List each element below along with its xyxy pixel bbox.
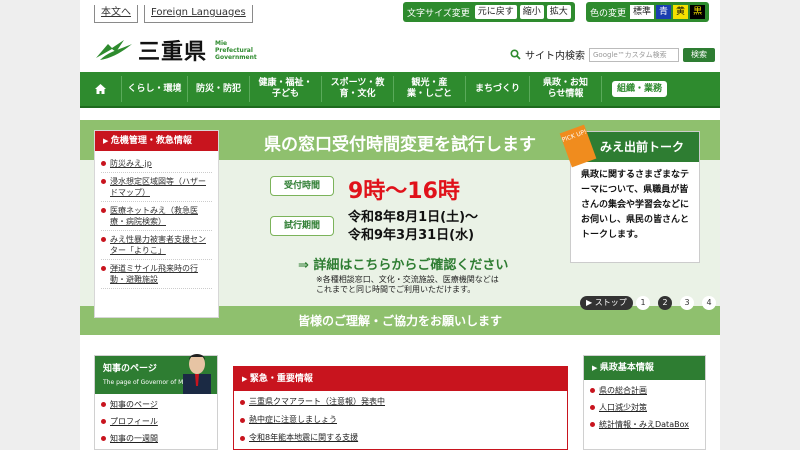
- nav-item-kankou[interactable]: 観光・産業・しごと: [394, 76, 466, 102]
- emergency-info-box: 危機管理・救急情報 防災みえ.jp 浸水想定区域図等（ハザードマップ） 医療ネッ…: [94, 130, 219, 318]
- basic-link-population[interactable]: 人口減少対策: [590, 399, 699, 416]
- logo-text: 三重県: [138, 39, 208, 65]
- hero-bottom-text: 皆様のご理解・ご協力をお願いします: [297, 314, 502, 328]
- logo-en-line-1: Mie: [215, 39, 228, 47]
- color-standard-button[interactable]: 標準: [630, 5, 655, 19]
- urgent-link-heatstroke[interactable]: 熱中症に注意しましょう: [240, 411, 561, 429]
- hero-period-start: 令和8年8月1日(土)～: [348, 210, 479, 225]
- utility-bar: 本文へ Foreign Languages 文字サイズ変更 元に戻す 縮小 拡大…: [80, 0, 720, 26]
- page: 本文へ Foreign Languages 文字サイズ変更 元に戻す 縮小 拡大…: [80, 0, 720, 450]
- slide-4-button[interactable]: 4: [702, 296, 716, 310]
- nav-item-machizukuri[interactable]: まちづくり: [466, 76, 530, 102]
- urgent-info-box: 緊急・重要情報 三重県クマアラート（注意報）発表中 熱中症に注意しましょう 令和…: [233, 366, 568, 450]
- pickup-text: 県政に関するさまざまなテーマについて、県職員が皆さんの集会や学習会などにお伺いし…: [581, 170, 690, 240]
- hero-hours-label: 受付時間: [270, 176, 334, 196]
- search-label: サイト内検索: [525, 51, 585, 62]
- search-button[interactable]: 検索: [683, 47, 715, 62]
- emergency-link-yoriko[interactable]: みえ性暴力被害者支援センター「よりこ」: [101, 231, 212, 260]
- governor-link-page[interactable]: 知事のページ: [101, 396, 211, 413]
- search-icon: [510, 49, 521, 60]
- utility-links: 本文へ Foreign Languages: [94, 5, 253, 23]
- logo-en-line-2: Prefectural: [215, 46, 253, 54]
- slide-2-button[interactable]: 2: [658, 296, 672, 310]
- nav-item-soshiki[interactable]: 組織・業務: [612, 81, 668, 97]
- font-smaller-button[interactable]: 縮小: [519, 5, 544, 19]
- mie-logo-mark-icon: [96, 40, 132, 60]
- emergency-links: 防災みえ.jp 浸水想定区域図等（ハザードマップ） 医療ネットみえ（救急医療・病…: [95, 151, 218, 293]
- color-change-control: 色の変更 標準 青 黄 黒: [586, 2, 710, 22]
- basic-link-plan[interactable]: 県の総合計画: [590, 382, 699, 399]
- hero-hours: 9時～16時: [348, 179, 460, 204]
- nav-item-sports[interactable]: スポーツ・教育・文化: [322, 76, 394, 102]
- font-size-label: 文字サイズ変更: [407, 8, 470, 19]
- slide-3-button[interactable]: 3: [680, 296, 694, 310]
- color-change-label: 色の変更: [590, 8, 627, 19]
- stop-label: ストップ: [594, 298, 627, 307]
- emergency-link-hazard[interactable]: 浸水想定区域図等（ハザードマップ）: [101, 173, 212, 202]
- governor-box: 知事のページ The page of Governor of Mie 知事のペー…: [94, 354, 218, 450]
- urgent-link-bear[interactable]: 三重県クマアラート（注意報）発表中: [240, 393, 561, 411]
- nav-item-kensei[interactable]: 県政・お知らせ情報: [530, 76, 602, 102]
- governor-link-profile[interactable]: プロフィール: [101, 413, 211, 430]
- basic-info-box: 県政基本情報 県の総合計画 人口減少対策 統計情報・みえDataBox: [583, 355, 706, 450]
- slide-1-button[interactable]: 1: [636, 296, 650, 310]
- hero-period: 令和8年8月1日(土)～ 令和9年3月31日(水): [348, 209, 478, 245]
- hero-title: 県の窓口受付時間変更を試行します: [264, 135, 536, 155]
- urgent-links: 三重県クマアラート（注意報）発表中 熱中症に注意しましょう 令和8年能本地震に関…: [234, 391, 567, 449]
- color-black-button[interactable]: 黒: [690, 5, 706, 19]
- home-icon: [95, 84, 106, 94]
- basic-title: 県政基本情報: [584, 356, 705, 380]
- governor-link-week[interactable]: 知事の一週間: [101, 430, 211, 447]
- urgent-link-earthquake[interactable]: 令和8年能本地震に関する支援: [240, 429, 561, 447]
- emergency-link-bousai[interactable]: 防災みえ.jp: [101, 155, 212, 173]
- nav-home[interactable]: [80, 76, 122, 102]
- search-input[interactable]: Google™カスタム検索: [589, 47, 679, 62]
- emergency-title: 危機管理・救急情報: [95, 131, 218, 151]
- slideshow-stop-button[interactable]: ▶ ストップ: [580, 296, 633, 310]
- foreign-languages-link[interactable]: Foreign Languages: [144, 5, 253, 23]
- site-search: サイト内検索 Google™カスタム検索 検索: [510, 47, 715, 62]
- basic-link-statistics[interactable]: 統計情報・みえDataBox: [590, 416, 699, 433]
- nav-item-kurashi[interactable]: くらし・環境: [122, 76, 188, 102]
- basic-links: 県の総合計画 人口減少対策 統計情報・みえDataBox: [584, 380, 705, 435]
- pickup-card[interactable]: みえ出前トーク 県政に関するさまざまなテーマについて、県職員が皆さんの集会や学習…: [559, 124, 700, 263]
- font-larger-button[interactable]: 拡大: [546, 5, 571, 19]
- hero-note: ※各種相談窓口、文化・交流施設、医療機関などは これまでと同じ時間でご利用いただ…: [316, 275, 499, 295]
- urgent-title: 緊急・重要情報: [234, 367, 567, 391]
- hero-period-end: 令和9年3月31日(水): [348, 228, 475, 243]
- global-nav: くらし・環境 防災・防犯 健康・福祉・子ども スポーツ・教育・文化 観光・産業・…: [80, 72, 720, 108]
- logo-english: Mie Prefectural Government: [215, 40, 257, 61]
- governor-title: 知事のページ: [103, 364, 157, 374]
- emergency-link-missile[interactable]: 弾道ミサイル飛来時の行動・避難施設: [101, 260, 212, 289]
- site-logo[interactable]: 三重県 Mie Prefectural Government: [94, 34, 257, 66]
- color-blue-button[interactable]: 青: [656, 5, 672, 19]
- hero-note-line-2: これまでと同じ時間でご利用いただけます。: [316, 285, 476, 294]
- emergency-link-iryou[interactable]: 医療ネットみえ（救急医療・病院検索）: [101, 202, 212, 231]
- font-reset-button[interactable]: 元に戻す: [474, 5, 517, 19]
- nav-item-bousai[interactable]: 防災・防犯: [188, 76, 250, 102]
- hero-detail-link[interactable]: ⇒ 詳細はこちらからご確認ください: [298, 254, 508, 273]
- hero-period-label: 試行期間: [270, 216, 334, 236]
- font-size-control: 文字サイズ変更 元に戻す 縮小 拡大: [403, 2, 575, 22]
- governor-photo: [183, 354, 211, 394]
- governor-links: 知事のページ プロフィール 知事の一週間: [95, 394, 217, 449]
- color-yellow-button[interactable]: 黄: [673, 5, 689, 19]
- nav-item-kenkou[interactable]: 健康・福祉・子ども: [250, 76, 322, 102]
- skip-to-content-link[interactable]: 本文へ: [94, 5, 138, 23]
- logo-en-line-3: Government: [215, 53, 257, 61]
- hero-note-line-1: ※各種相談窓口、文化・交流施設、医療機関などは: [316, 275, 499, 284]
